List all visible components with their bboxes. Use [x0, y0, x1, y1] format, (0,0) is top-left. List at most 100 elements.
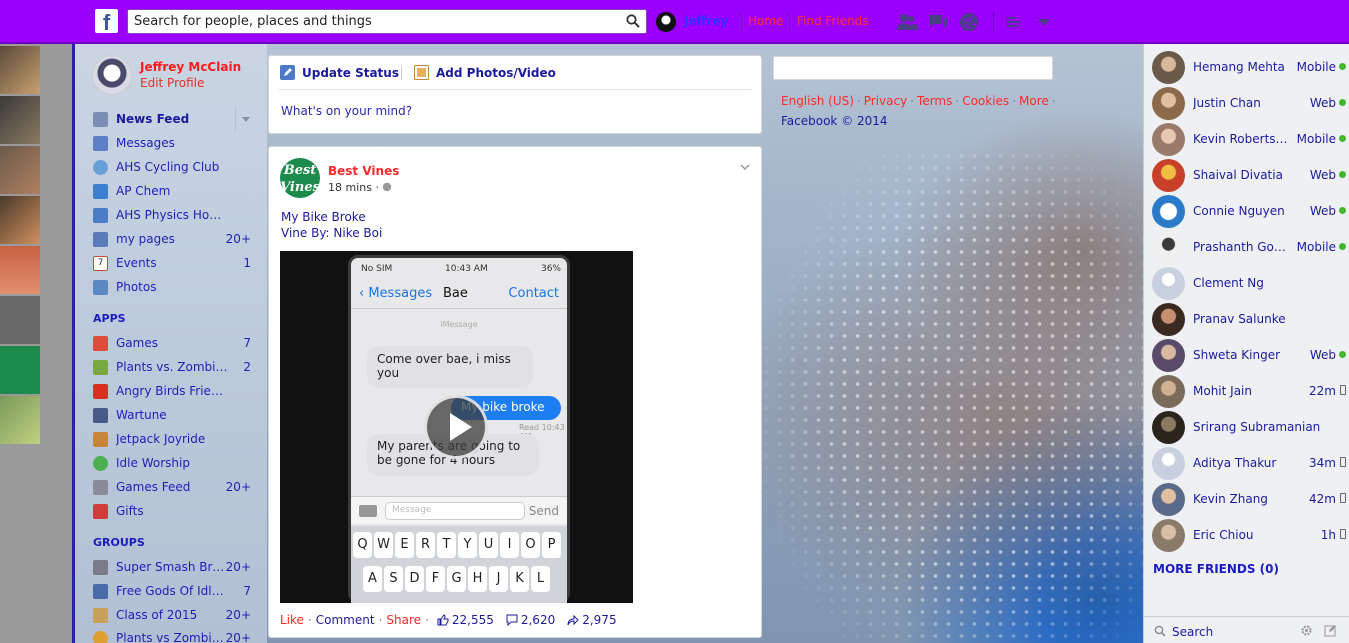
nav-item-free-gods-of-idle[interactable]: Free Gods Of Idle ... 7: [93, 581, 251, 601]
nav-item-angry-birds-friends[interactable]: Angry Birds Friends: [93, 381, 251, 401]
nav-item-super-smash-bros[interactable]: Super Smash Bro... 20+: [93, 557, 251, 577]
privacy-shortcuts-icon[interactable]: [1004, 11, 1026, 33]
home-link[interactable]: Home: [748, 14, 783, 28]
chat-search-input[interactable]: Search: [1172, 625, 1213, 639]
nav-item-my-pages[interactable]: my pages 20+: [93, 229, 251, 249]
privacy-link[interactable]: Privacy: [864, 94, 907, 108]
nav-item-jetpack-joyride[interactable]: Jetpack Joyride: [93, 429, 251, 449]
user-avatar[interactable]: [656, 12, 676, 32]
nav-label: Events: [116, 256, 157, 270]
chat-friend[interactable]: Mohit Jain 22m: [1152, 374, 1348, 408]
nav-item-ahs-cycling-club[interactable]: AHS Cycling Club: [93, 157, 251, 177]
nav-item-ahs-physics-honors[interactable]: AHS Physics Honors: [93, 205, 251, 225]
friend-requests-icon[interactable]: [896, 11, 918, 33]
notifications-globe-icon[interactable]: [958, 11, 980, 33]
status-input[interactable]: What's on your mind?: [281, 104, 412, 118]
nav-item-ap-chem[interactable]: AP Chem: [93, 181, 251, 201]
nav-item-idle-worship[interactable]: Idle Worship: [93, 453, 251, 473]
chat-friend[interactable]: Hemang Mehta Mobile: [1152, 50, 1348, 84]
nav-item-plants-vs-zombies[interactable]: Plants vs. Zombies ... 2: [93, 357, 251, 377]
key: U: [479, 532, 498, 558]
comment-count[interactable]: 2,620: [521, 613, 555, 627]
comment-button[interactable]: Comment: [316, 613, 375, 627]
update-status-tab[interactable]: Update Status: [280, 65, 399, 80]
settings-dropdown-icon[interactable]: [1033, 11, 1055, 33]
pencil-icon: [280, 65, 295, 80]
nav-item-gifts[interactable]: Gifts: [93, 501, 251, 521]
thumbnail[interactable]: [0, 346, 40, 394]
thumbnail[interactable]: [0, 46, 40, 94]
chat-friend[interactable]: Prashanth Gogi... Mobile: [1152, 230, 1348, 264]
thumbnail[interactable]: [0, 246, 40, 294]
nav-item-games-feed[interactable]: Games Feed 20+: [93, 477, 251, 497]
nav-item-plants-vs-zombies-group[interactable]: Plants vs Zombie... 20+: [93, 628, 251, 643]
nav-item-photos[interactable]: Photos: [93, 277, 251, 297]
messages-icon[interactable]: [927, 11, 949, 33]
nav-item-messages[interactable]: Messages: [93, 133, 251, 153]
nav-item-events[interactable]: 7 Events 1: [93, 253, 251, 273]
nav-count: 2: [243, 360, 251, 374]
chat-friend[interactable]: Aditya Thakur 34m: [1152, 446, 1348, 480]
chat-friend[interactable]: Shaival Divatia Web: [1152, 158, 1348, 192]
add-photos-label: Add Photos/Video: [436, 65, 556, 80]
chat-friend[interactable]: Eric Chiou 1h: [1152, 518, 1348, 552]
news-feed-options-chevron-icon[interactable]: [235, 106, 255, 132]
chat-friend[interactable]: Srirang Subramanian: [1152, 410, 1348, 444]
edit-profile-link[interactable]: Edit Profile: [140, 76, 204, 90]
post-options-chevron-icon[interactable]: [740, 162, 750, 172]
nav-label: Angry Birds Friends: [116, 384, 228, 398]
compose-icon[interactable]: [1324, 624, 1337, 637]
profile-name-link[interactable]: Jeffrey McClain: [140, 60, 241, 74]
share-count[interactable]: 2,975: [582, 613, 616, 627]
chat-friend[interactable]: Pranav Salunke: [1152, 302, 1348, 336]
groups-heading[interactable]: GROUPS: [93, 536, 145, 549]
post-timestamp[interactable]: 18 mins ·: [328, 181, 392, 194]
thumbnail[interactable]: [0, 296, 40, 344]
nav-item-wartune[interactable]: Wartune: [93, 405, 251, 425]
facebook-logo[interactable]: f: [95, 9, 118, 35]
angry-birds-icon: [93, 383, 108, 399]
language-link[interactable]: English (US): [781, 94, 854, 108]
video-player[interactable]: No SIM 10:43 AM 36% ‹ Messages Bae Conta…: [280, 251, 633, 603]
gift-icon: [93, 503, 108, 519]
terms-link[interactable]: Terms: [917, 94, 952, 108]
cookies-link[interactable]: Cookies: [962, 94, 1009, 108]
chat-friend[interactable]: Clement Ng: [1152, 266, 1348, 300]
thumbnail[interactable]: [0, 196, 40, 244]
nav-item-games[interactable]: Games 7: [93, 333, 251, 353]
thumbnail[interactable]: [0, 396, 40, 444]
mobile-phone-icon: [1340, 529, 1346, 539]
profile-picture[interactable]: [92, 55, 132, 95]
photo-icon: [414, 65, 429, 80]
nav-item-class-of-2015[interactable]: Class of 2015 20+: [93, 605, 251, 625]
chat-friend[interactable]: Justin Chan Web: [1152, 86, 1348, 120]
key: D: [405, 566, 424, 592]
post-author-link[interactable]: Best Vines: [328, 164, 399, 178]
more-friends-link[interactable]: MORE FRIENDS (0): [1153, 562, 1279, 576]
like-button[interactable]: Like: [280, 613, 304, 627]
add-photos-video-tab[interactable]: Add Photos/Video: [414, 65, 556, 80]
apps-heading[interactable]: APPS: [93, 312, 126, 325]
find-friends-link[interactable]: Find Friends: [797, 14, 869, 28]
nav-item-news-feed[interactable]: News Feed: [93, 109, 251, 129]
share-button[interactable]: Share: [386, 613, 421, 627]
user-name-link[interactable]: Jeffrey: [684, 14, 728, 28]
group-icon: [93, 559, 108, 575]
plants-vs-zombies-icon: [93, 359, 108, 375]
thumbnail[interactable]: [0, 146, 40, 194]
chat-friend[interactable]: Kevin Robertson Mobile: [1152, 122, 1348, 156]
like-count[interactable]: 22,555: [452, 613, 494, 627]
search-icon[interactable]: [626, 14, 640, 28]
page-avatar[interactable]: Best Vines: [280, 158, 320, 198]
more-link[interactable]: More: [1019, 94, 1049, 108]
play-button-icon[interactable]: [424, 395, 488, 459]
chat-friend[interactable]: Shweta Kinger Web: [1152, 338, 1348, 372]
chat-friend[interactable]: Kevin Zhang 42m: [1152, 482, 1348, 516]
search-input[interactable]: [128, 10, 618, 33]
left-strip: [0, 44, 72, 643]
nav-count: 20+: [225, 631, 251, 643]
gear-icon[interactable]: [1300, 624, 1313, 637]
key: I: [500, 532, 519, 558]
chat-friend[interactable]: Connie Nguyen Web: [1152, 194, 1348, 228]
thumbnail[interactable]: [0, 96, 40, 144]
